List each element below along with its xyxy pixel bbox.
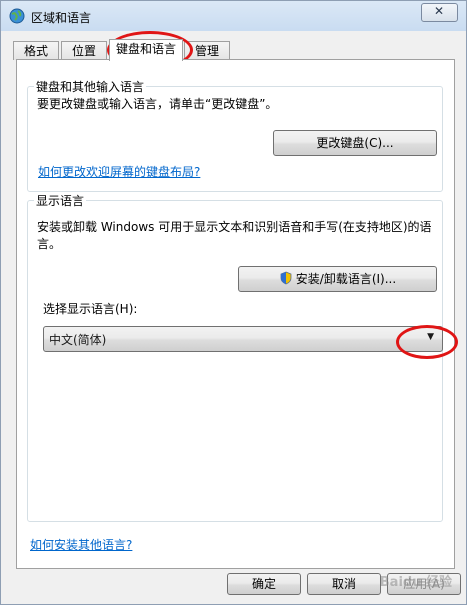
tab-keyboards-languages[interactable]: 键盘和语言 <box>109 39 183 61</box>
close-icon: ✕ <box>434 4 445 18</box>
display-language-select[interactable]: 中文(简体) ▼ <box>43 326 443 352</box>
ok-button[interactable]: 确定 <box>227 573 301 595</box>
keyboard-description: 要更改键盘或输入语言，请单击“更改键盘”。 <box>37 97 278 111</box>
close-button[interactable]: ✕ <box>421 3 458 22</box>
keyboard-group-title: 键盘和其他输入语言 <box>34 78 147 95</box>
keyboard-layout-help-link[interactable]: 如何更改欢迎屏幕的键盘布局? <box>38 163 200 180</box>
install-button-label: 安装/卸载语言(I)... <box>295 272 397 286</box>
annotation-ellipse-dropdown <box>396 325 458 359</box>
tab-panel: 键盘和其他输入语言 要更改键盘或输入语言，请单击“更改键盘”。 更改键盘(C).… <box>16 59 458 569</box>
install-uninstall-languages-button[interactable]: 安装/卸载语言(I)... <box>238 266 437 292</box>
selected-language-value: 中文(简体) <box>49 333 107 347</box>
display-language-title: 显示语言 <box>34 192 87 209</box>
window-title: 区域和语言 <box>31 11 92 25</box>
region-language-dialog: 区域和语言 ✕ 格式 位置 键盘和语言 管理 键盘和其他输入语言 要更改键盘或输… <box>0 0 467 605</box>
watermark: Baidu 经验 <box>379 575 452 590</box>
tab-formats[interactable]: 格式 <box>13 41 59 60</box>
globe-icon <box>9 8 25 24</box>
uac-shield-icon <box>280 271 292 285</box>
choose-language-label: 选择显示语言(H): <box>43 302 138 316</box>
title-bar: 区域和语言 ✕ <box>1 1 466 31</box>
display-language-group: 显示语言 <box>27 192 443 522</box>
change-keyboard-button[interactable]: 更改键盘(C)... <box>273 130 437 156</box>
display-description-line1: 安装或卸载 Windows 可用于显示文本和识别语音和手写(在支持地区)的语 <box>37 220 432 234</box>
install-other-languages-link[interactable]: 如何安装其他语言? <box>30 536 132 553</box>
cancel-button[interactable]: 取消 <box>307 573 381 595</box>
display-description-line2: 言。 <box>37 237 62 251</box>
tab-location[interactable]: 位置 <box>61 41 107 60</box>
